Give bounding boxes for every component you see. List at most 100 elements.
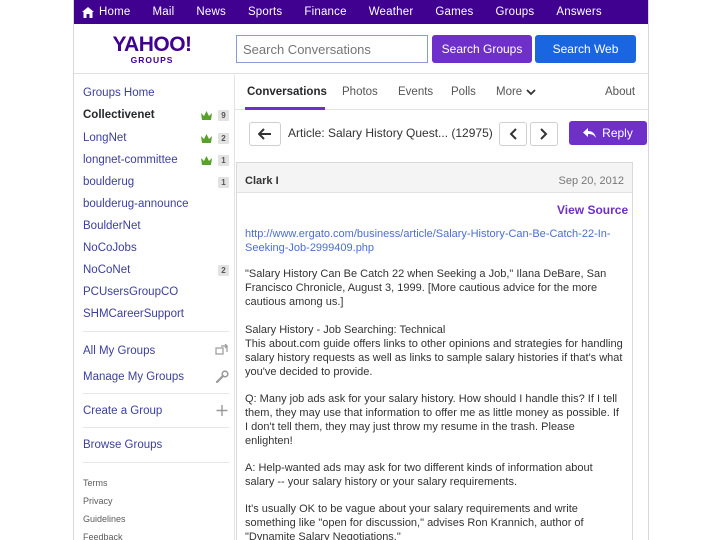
tab-about[interactable]: About bbox=[605, 86, 635, 98]
message-toolbar: Article: Salary History Quest... (12975)… bbox=[235, 110, 648, 154]
sidebar-divider bbox=[83, 462, 229, 463]
group-tabs: Conversations Photos Events Polls More A… bbox=[235, 75, 648, 110]
sidebar-browse-groups[interactable]: Browse Groups bbox=[83, 439, 229, 451]
chevron-right-icon bbox=[540, 128, 548, 140]
sidebar-manage-my-groups[interactable]: Manage My Groups bbox=[83, 370, 229, 383]
crown-icon bbox=[201, 110, 212, 120]
group-label: boulderug bbox=[83, 176, 135, 188]
message-header: Clark I Sep 20, 2012 bbox=[237, 163, 632, 193]
reply-button[interactable]: Reply bbox=[569, 121, 647, 145]
sidebar-all-my-groups[interactable]: All My Groups bbox=[83, 344, 229, 357]
sidebar-create-group[interactable]: Create a Group bbox=[83, 404, 229, 417]
message-paragraph: A: Help-wanted ads may ask for two diffe… bbox=[245, 462, 593, 488]
sidebar-group-shmcareersupport[interactable]: SHMCareerSupport bbox=[83, 308, 229, 320]
message-paragraph: Q: Many job ads ask for your salary hist… bbox=[245, 393, 619, 447]
nav-home[interactable]: Home bbox=[82, 6, 130, 18]
yahoo-groups-logo[interactable]: YAHOO! GROUPS bbox=[112, 33, 192, 65]
message-link[interactable]: http://www.ergato.com/business/article/S… bbox=[245, 227, 625, 255]
group-label: NoCoNet bbox=[83, 264, 131, 276]
search-conversations-input[interactable] bbox=[236, 35, 428, 63]
footer-privacy-link[interactable]: Privacy bbox=[83, 496, 113, 506]
back-button[interactable] bbox=[249, 122, 281, 146]
message-paragraph: Salary History - Job Searching: Technica… bbox=[245, 324, 623, 378]
tab-polls[interactable]: Polls bbox=[451, 86, 476, 98]
view-source-link[interactable]: View Source bbox=[557, 203, 628, 217]
sidebar-divider bbox=[83, 427, 229, 428]
sidebar-divider bbox=[83, 393, 229, 394]
message-date: Sep 20, 2012 bbox=[558, 175, 624, 187]
logo-subtext: GROUPS bbox=[130, 55, 174, 65]
groups-refresh-icon bbox=[215, 344, 228, 355]
group-label: SHMCareerSupport bbox=[83, 308, 184, 320]
search-web-button[interactable]: Search Web bbox=[535, 35, 636, 63]
message-author[interactable]: Clark I bbox=[245, 175, 279, 187]
unread-count-badge: 2 bbox=[218, 132, 229, 144]
header: YAHOO! GROUPS Search Groups Search Web bbox=[74, 24, 648, 74]
nav-answers[interactable]: Answers bbox=[556, 6, 602, 18]
sidebar-group-boulderug[interactable]: boulderug 1 bbox=[83, 176, 229, 188]
sidebar-group-nocojobs[interactable]: NoCoJobs bbox=[83, 242, 229, 254]
previous-message-button[interactable] bbox=[499, 122, 527, 146]
sidebar: Groups Home Collectivenet 9 LongNet 2 lo… bbox=[74, 75, 235, 540]
sidebar-group-longnet[interactable]: LongNet 2 bbox=[83, 132, 229, 144]
home-icon bbox=[82, 6, 94, 18]
tab-conversations[interactable]: Conversations bbox=[247, 86, 327, 98]
groups-home-label: Groups Home bbox=[83, 87, 155, 99]
top-nav-bar: Home Mail News Sports Finance Weather Ga… bbox=[74, 0, 648, 24]
create-group-label: Create a Group bbox=[83, 404, 163, 417]
crown-icon bbox=[201, 133, 212, 143]
footer-guidelines-link[interactable]: Guidelines bbox=[83, 514, 126, 524]
message-subject: Article: Salary History Quest... (12975) bbox=[288, 126, 493, 140]
sidebar-group-longnet-committee[interactable]: longnet-committee 1 bbox=[83, 154, 229, 166]
nav-groups[interactable]: Groups bbox=[495, 6, 534, 18]
nav-weather[interactable]: Weather bbox=[369, 6, 414, 18]
nav-home-label: Home bbox=[99, 6, 131, 18]
footer-feedback-link[interactable]: Feedback bbox=[83, 532, 123, 540]
crown-icon bbox=[201, 155, 212, 165]
tab-more-label: More bbox=[496, 86, 523, 98]
group-label: boulderug-announce bbox=[83, 198, 189, 210]
unread-count-badge: 9 bbox=[218, 109, 229, 121]
tab-more[interactable]: More bbox=[496, 86, 536, 98]
manage-groups-label: Manage My Groups bbox=[83, 370, 184, 383]
group-label: longnet-committee bbox=[83, 154, 178, 166]
nav-sports[interactable]: Sports bbox=[248, 6, 282, 18]
unread-count-badge: 1 bbox=[218, 154, 229, 166]
nav-mail[interactable]: Mail bbox=[152, 6, 174, 18]
next-message-button[interactable] bbox=[530, 122, 558, 146]
chevron-down-icon bbox=[526, 88, 536, 95]
tab-events[interactable]: Events bbox=[398, 86, 433, 98]
plus-icon bbox=[216, 405, 228, 416]
group-label: PCUsersGroupCO bbox=[83, 286, 179, 298]
group-label: BoulderNet bbox=[83, 220, 141, 232]
sidebar-group-noconet[interactable]: NoCoNet 2 bbox=[83, 264, 229, 276]
nav-finance[interactable]: Finance bbox=[304, 6, 346, 18]
browse-groups-label: Browse Groups bbox=[83, 439, 163, 451]
sidebar-group-bouldernet[interactable]: BoulderNet bbox=[83, 220, 229, 232]
message-paragraph: It's usually OK to be vague about your s… bbox=[245, 503, 584, 540]
reply-arrow-icon bbox=[583, 128, 597, 138]
sidebar-group-boulderug-announce[interactable]: boulderug-announce bbox=[83, 198, 229, 210]
sidebar-groups-home[interactable]: Groups Home bbox=[83, 87, 229, 99]
sidebar-divider bbox=[83, 331, 229, 332]
group-label: Collectivenet bbox=[83, 109, 155, 121]
reply-label: Reply bbox=[602, 126, 633, 140]
back-arrow-icon bbox=[258, 128, 271, 140]
message-card: Clark I Sep 20, 2012 View Source http://… bbox=[236, 162, 633, 540]
tab-photos[interactable]: Photos bbox=[342, 86, 378, 98]
sidebar-group-pcusersgroupco[interactable]: PCUsersGroupCO bbox=[83, 286, 229, 298]
logo-text: YAHOO! bbox=[112, 33, 192, 56]
nav-news[interactable]: News bbox=[196, 6, 226, 18]
sidebar-group-collectivenet[interactable]: Collectivenet 9 bbox=[83, 109, 229, 121]
footer-terms-link[interactable]: Terms bbox=[83, 478, 108, 488]
nav-games[interactable]: Games bbox=[435, 6, 473, 18]
chevron-left-icon bbox=[509, 128, 517, 140]
group-label: LongNet bbox=[83, 132, 127, 144]
search-groups-button[interactable]: Search Groups bbox=[432, 35, 532, 63]
all-groups-label: All My Groups bbox=[83, 344, 156, 357]
unread-count-badge: 2 bbox=[218, 264, 229, 276]
unread-count-badge: 1 bbox=[218, 176, 229, 188]
wrench-icon bbox=[215, 370, 229, 383]
group-label: NoCoJobs bbox=[83, 242, 137, 254]
message-paragraph: "Salary History Can Be Catch 22 when See… bbox=[245, 268, 607, 308]
